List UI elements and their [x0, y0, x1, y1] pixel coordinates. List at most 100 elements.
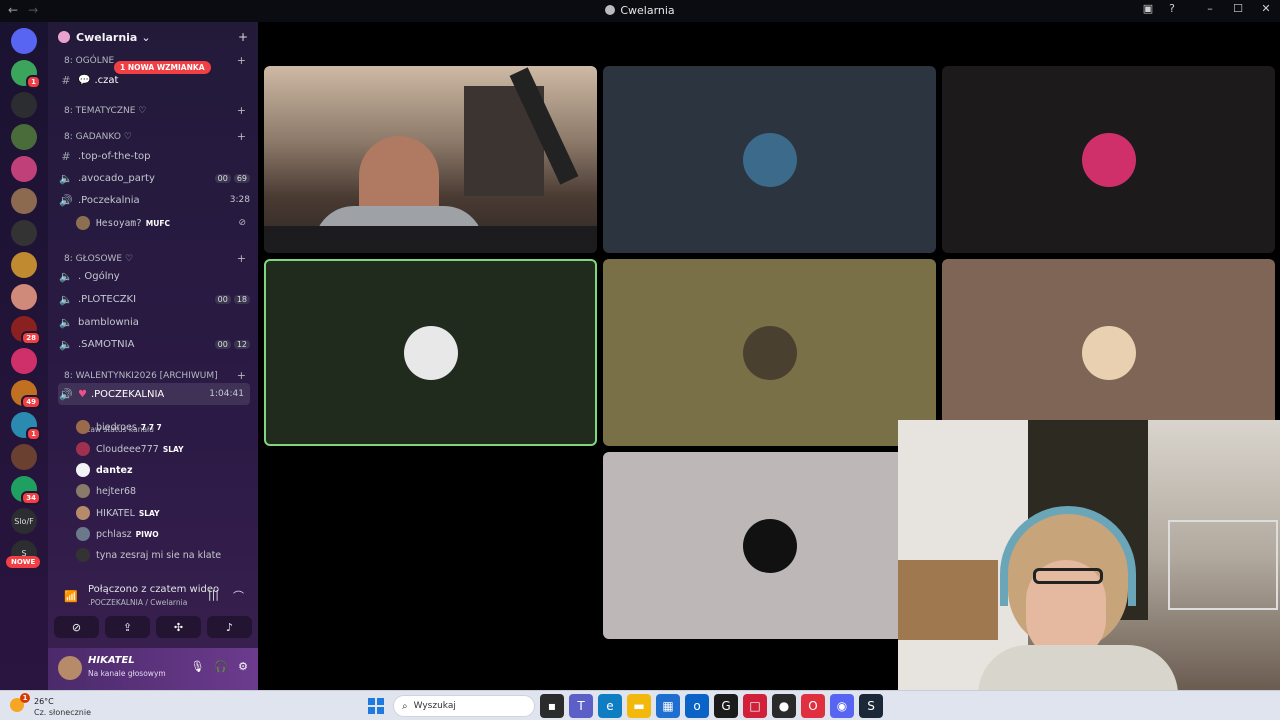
unread-badge: 1 — [26, 427, 41, 441]
disconnect-icon[interactable]: ⌒ — [233, 588, 244, 604]
channel-ploteczki[interactable]: 🔈 .PLOTECZKI 00 18 — [58, 289, 250, 309]
participant-tile[interactable] — [603, 452, 936, 639]
server-icon[interactable] — [11, 124, 37, 150]
participant-tile[interactable] — [942, 259, 1275, 446]
server-icon[interactable] — [11, 28, 37, 54]
avatar[interactable] — [58, 656, 82, 680]
guild-name: Cwelarnia — [76, 30, 138, 44]
participant-tile[interactable] — [942, 66, 1275, 253]
speaker-icon: 🔈 — [59, 171, 73, 185]
activity-button[interactable]: ✣ — [156, 616, 201, 638]
channel-poczekalnia-small[interactable]: 🔊 .Poczekalnia 3:28 — [58, 190, 250, 210]
avatar — [1081, 132, 1136, 187]
server-icon[interactable] — [11, 188, 37, 214]
server-icon[interactable]: 34 — [11, 476, 41, 505]
noise-suppression-icon[interactable]: ||| — [208, 588, 219, 604]
channel-top-of-the-top[interactable]: # .top-of-the-top — [58, 146, 250, 166]
add-channel-icon[interactable]: + — [237, 369, 246, 382]
add-channel-icon[interactable]: + — [237, 252, 246, 265]
app-red-icon[interactable]: □ — [743, 694, 767, 718]
voice-member[interactable]: biedroes 7 7 7 — [76, 417, 248, 437]
category-glosowe[interactable]: 8: GŁOSOWE ♡ + — [64, 252, 246, 265]
windows-start-icon[interactable] — [364, 694, 388, 718]
participant-tile[interactable] — [603, 66, 936, 253]
add-member-icon[interactable]: + — [238, 30, 248, 44]
teams-icon[interactable]: T — [569, 694, 593, 718]
soundboard-button[interactable]: ♪ — [207, 616, 252, 638]
screen-share-button[interactable]: ⇪ — [105, 616, 150, 638]
voice-member[interactable]: dantez — [76, 460, 248, 480]
text-channel-icon: # — [61, 149, 71, 163]
explorer-icon[interactable]: ▬ — [627, 694, 651, 718]
voice-member[interactable]: hejter68 — [76, 481, 248, 501]
camera-button[interactable]: ⊘ — [54, 616, 99, 638]
ea-icon[interactable]: G — [714, 694, 738, 718]
participant-tile[interactable] — [603, 259, 936, 446]
member-name: hejter68 — [96, 485, 137, 497]
add-channel-icon[interactable]: + — [237, 130, 246, 143]
inbox-icon[interactable]: ▣ — [1136, 2, 1160, 15]
help-icon[interactable]: ? — [1160, 2, 1184, 15]
add-channel-icon[interactable]: + — [237, 54, 246, 67]
close-button[interactable]: ✕ — [1252, 2, 1280, 15]
weather-badge: 1 — [20, 693, 30, 703]
category-tematyczne[interactable]: 8: TEMATYCZNE ♡ + — [64, 104, 246, 117]
opera-icon[interactable]: O — [801, 694, 825, 718]
server-icon[interactable]: 28 — [11, 316, 41, 345]
channel-bamblownia[interactable]: 🔈 bamblownia — [58, 312, 250, 332]
server-icon[interactable]: 49 — [11, 380, 41, 409]
voice-connection-panel: 📶 Połączono z czatem wideo .POCZEKALNIA … — [54, 578, 252, 614]
server-icon[interactable] — [11, 156, 37, 182]
edge-icon[interactable]: e — [598, 694, 622, 718]
outlook-icon[interactable]: o — [685, 694, 709, 718]
channel-avocado-party[interactable]: 🔈 .avocado_party 00 69 — [58, 168, 250, 188]
task-view-icon[interactable]: ▪ — [540, 694, 564, 718]
discord-icon[interactable]: ◉ — [830, 694, 854, 718]
channel-name: .POCZEKALNIA — [90, 388, 165, 400]
store-icon[interactable]: ▦ — [656, 694, 680, 718]
member-name: tyna zesraj mi sie na klate — [96, 549, 222, 561]
category-gadanko[interactable]: 8: GADANKO ♡ + — [64, 130, 246, 143]
server-icon[interactable] — [11, 444, 37, 470]
heart-icon: ♥ — [78, 388, 87, 400]
weather-widget[interactable]: 1 26°C Cz. słonecznie — [10, 693, 100, 719]
voice-member[interactable]: tyna zesraj mi sie na klate — [76, 545, 248, 565]
voice-member[interactable]: Cloudeee777 SLAY — [76, 439, 248, 459]
voice-member[interactable]: pchlasz PIWO — [76, 524, 248, 544]
server-icon[interactable] — [11, 220, 37, 246]
new-servers-pill[interactable]: NOWE — [6, 556, 41, 568]
voice-member[interactable]: HIKATEL SLAY — [76, 503, 248, 523]
server-icon[interactable]: 1 — [11, 412, 41, 441]
server-icon[interactable] — [11, 252, 37, 278]
channel-ogolny[interactable]: 🔈 . Ogólny — [58, 266, 250, 286]
voice-member-hesoyam[interactable]: Hesoyam? MUFC ⊘ — [76, 213, 248, 233]
channel-sidebar: Cwelarnia ⌄ + 8: OGÓLNE + 1 NOWA WZMIANKA… — [48, 22, 258, 690]
channel-poczekalnia-active[interactable]: 🔊 ♥ .POCZEKALNIA 1:04:41 — [58, 383, 250, 405]
microphone-icon[interactable]: 🎙 — [190, 660, 204, 673]
channel-samotnia[interactable]: 🔈 .SAMOTNIA 00 12 — [58, 334, 250, 354]
server-icon[interactable]: 1 — [11, 60, 41, 89]
participant-tile[interactable] — [264, 259, 597, 446]
server-icon[interactable] — [11, 284, 37, 310]
user-name[interactable]: HIKATEL — [88, 655, 135, 666]
steam-icon[interactable]: S — [859, 694, 883, 718]
voice-status-subtitle[interactable]: .POCZEKALNIA / Cwelarnia — [88, 598, 187, 607]
taskbar-search[interactable]: ⌕ Wyszukaj — [393, 695, 535, 717]
camera-scene-desk — [264, 226, 597, 253]
server-icon[interactable] — [11, 92, 37, 118]
gear-icon[interactable]: ⚙ — [238, 660, 248, 673]
minimize-button[interactable]: – — [1196, 2, 1224, 15]
server-icon[interactable] — [11, 348, 37, 374]
app-dark-icon[interactable]: ● — [772, 694, 796, 718]
add-channel-icon[interactable]: + — [237, 104, 246, 117]
signal-icon: 📶 — [64, 590, 78, 603]
headset-icon[interactable]: 🎧 — [214, 660, 228, 673]
category-walentynki[interactable]: 8: WALENTYNKI2026 [ARCHIWUM] + — [64, 369, 246, 382]
camera-tile[interactable] — [264, 66, 597, 253]
channel-czat[interactable]: # 💬 .czat — [58, 70, 250, 90]
avatar — [742, 325, 797, 380]
guild-header[interactable]: Cwelarnia ⌄ + — [48, 22, 258, 52]
maximize-button[interactable]: ☐ — [1224, 2, 1252, 15]
avatar — [742, 132, 797, 187]
server-icon-text[interactable]: Slo/F — [11, 508, 37, 534]
